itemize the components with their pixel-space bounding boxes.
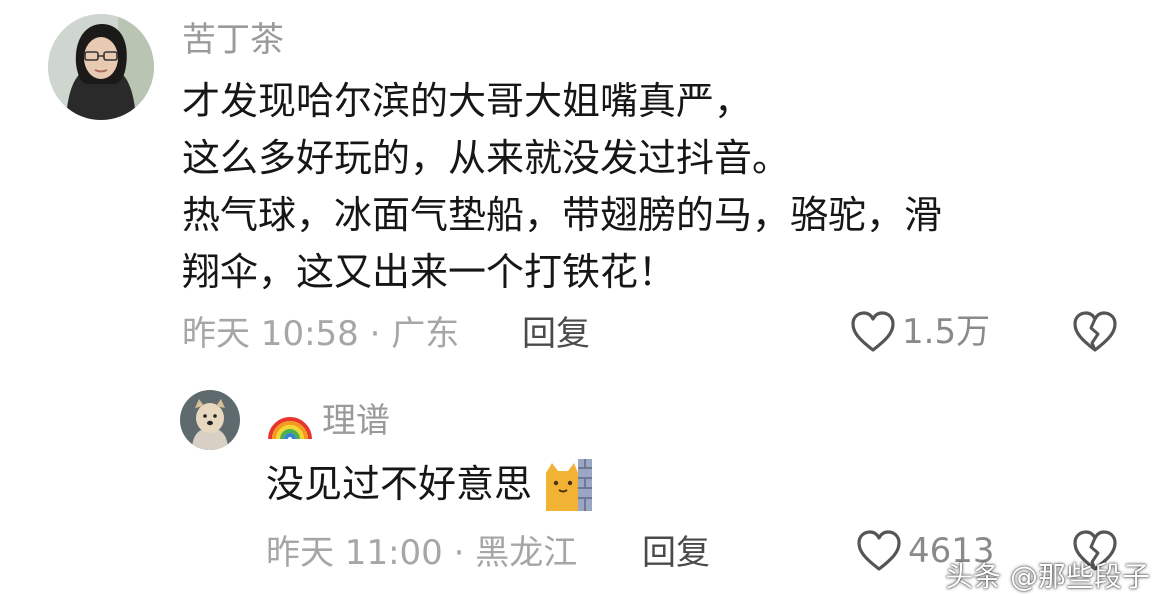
person-photo-icon (48, 14, 154, 120)
heart-icon (857, 530, 901, 571)
like-button[interactable]: 1.5万 (850, 310, 990, 354)
avatar[interactable] (48, 14, 154, 120)
comment-text-line: 翔伞，这又出来一个打铁花！ (182, 250, 677, 294)
comment-item: 苦丁茶 才发现哈尔滨的大哥大姐嘴真严， 这么多好玩的，从来就没发过抖音。 热气球… (0, 0, 1170, 380)
avatar[interactable] (180, 390, 240, 450)
comment-text-line: 才发现哈尔滨的大哥大姐嘴真严， (182, 79, 753, 123)
comment-text-line: 热气球，冰面气垫船，带翅膀的马，骆驼，滑 (182, 193, 943, 237)
dog-photo-icon (180, 390, 240, 450)
cat-behind-wall-icon (546, 458, 593, 511)
reply-time-location: 昨天 11:00 · 黑龙江 (266, 533, 578, 573)
reply-username[interactable]: 理谱 (266, 401, 390, 441)
reply-username-text: 理谱 (322, 401, 390, 441)
reply-body: 没见过不好意思 (266, 456, 594, 513)
comment-time-location: 昨天 10:58 · 广东 (182, 314, 460, 354)
comment-text-line: 这么多好玩的，从来就没发过抖音。 (182, 136, 791, 180)
reply-button[interactable]: 回复 (522, 314, 590, 354)
like-count: 1.5万 (902, 312, 991, 352)
rainbow-icon (268, 417, 312, 440)
comment-username[interactable]: 苦丁茶 (182, 20, 284, 60)
watermark: 头条 @那些段子 (945, 560, 1150, 593)
reply-button[interactable]: 回复 (642, 533, 710, 573)
broken-heart-icon[interactable] (1072, 310, 1118, 354)
heart-icon (851, 311, 895, 352)
reply-text: 没见过不好意思 (266, 462, 533, 506)
